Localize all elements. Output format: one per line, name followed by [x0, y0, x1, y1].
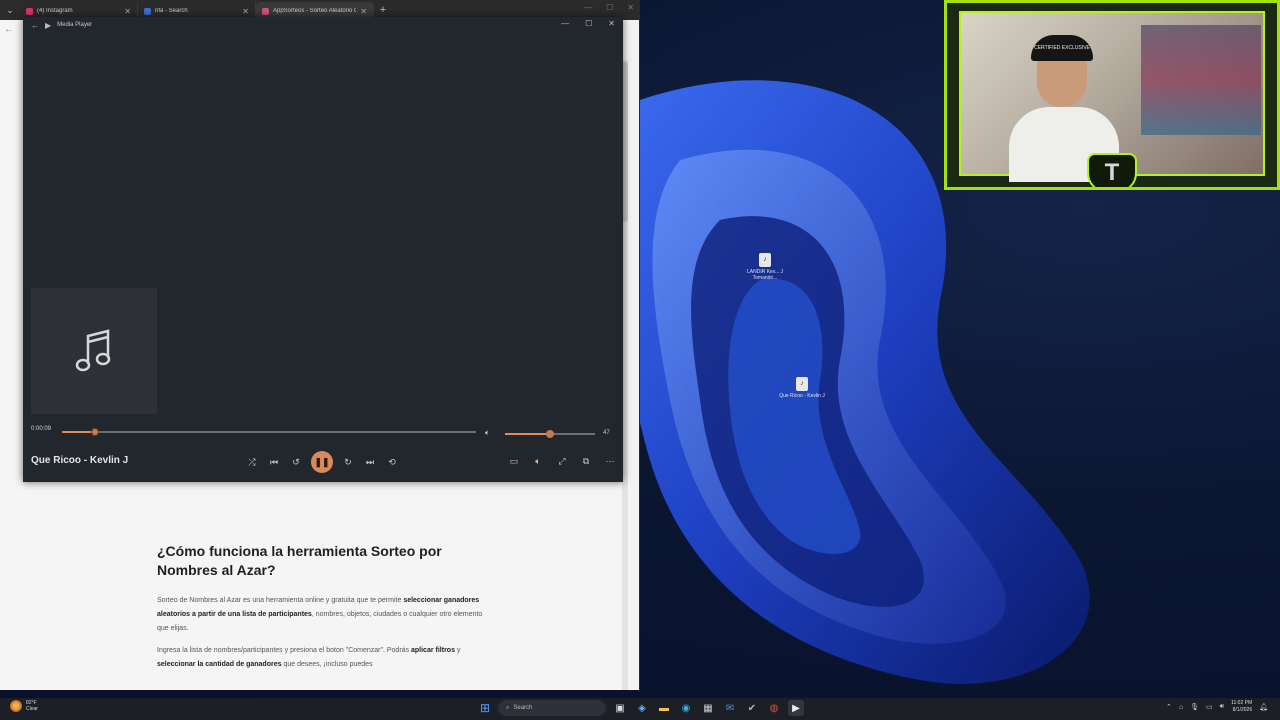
file-explorer-icon[interactable]: ▬: [656, 700, 672, 716]
cast-icon[interactable]: ▭: [507, 454, 521, 468]
close-icon[interactable]: ✕: [627, 3, 634, 12]
system-tray: ⌃ ⌂ 🎙︎ ▭ 🔊︎ 11:02 PM 8/1/2026 🔔︎: [1166, 700, 1268, 714]
shuffle-icon[interactable]: ⤮: [245, 455, 259, 469]
volume-value: 47: [603, 430, 610, 436]
minimize-icon[interactable]: —: [561, 19, 569, 28]
rewind-10-icon[interactable]: ↺: [289, 455, 303, 469]
speaker-icon[interactable]: 🔊︎: [1220, 703, 1224, 711]
task-view-icon[interactable]: ▣: [612, 700, 628, 716]
weather-condition: Clear: [26, 706, 38, 712]
webcam-feed: CERTIFIED EXCLUSIVE: [959, 11, 1265, 182]
taskbar: 82°F Clear ⊞ ⌕ Search ▣ ◈ ▬ ◉ ▦ ✉ ✔ ◍ ▶ …: [0, 698, 1280, 720]
webcam-logo: T: [1087, 153, 1137, 187]
media-player-taskbar-icon[interactable]: ▶: [788, 700, 804, 716]
new-tab-button[interactable]: +: [374, 4, 392, 16]
search-engine-icon: [144, 7, 151, 15]
seek-bar[interactable]: [62, 428, 476, 436]
previous-track-icon[interactable]: ⏮︎: [267, 455, 281, 469]
article-heading: ¿Cómo funciona la herramienta Sorteo por…: [157, 543, 442, 578]
seek-bar-thumb[interactable]: [91, 428, 100, 436]
more-options-icon[interactable]: ⋯: [603, 454, 617, 468]
streamer-cap: CERTIFIED EXCLUSIVE: [1031, 35, 1093, 61]
back-arrow-icon[interactable]: ←: [4, 24, 14, 35]
close-tab-icon[interactable]: ✕: [360, 7, 367, 16]
article-paragraph: Ingresa la lista de nombres/participante…: [157, 647, 461, 668]
taskbar-search[interactable]: ⌕ Search: [498, 700, 606, 716]
browser-window: ⌄ (4) Instagram ✕ rifa - Search ✕ AppSor…: [0, 0, 640, 690]
playback-controls: ⤮ ⏮︎ ↺ ❚❚ ↻ ⏭︎ ⟲: [245, 451, 399, 473]
fullscreen-icon[interactable]: ⤢: [555, 454, 569, 468]
mini-player-icon[interactable]: ⧉: [579, 454, 593, 468]
instagram-icon: [26, 7, 33, 15]
network-icon[interactable]: ⌂: [1179, 704, 1183, 711]
weather-icon: [10, 700, 22, 712]
minimize-icon[interactable]: —: [584, 3, 592, 12]
close-icon[interactable]: ✕: [608, 19, 615, 28]
article-section: ¿Cómo funciona la herramienta Sorteo por…: [157, 542, 487, 672]
maximize-icon[interactable]: ☐: [585, 19, 592, 28]
start-button[interactable]: ⊞: [478, 701, 492, 715]
browser-window-controls: — ☐ ✕: [584, 3, 634, 12]
elapsed-time: 0:00:09: [31, 426, 52, 432]
webcam-overlay: CERTIFIED EXCLUSIVE T: [944, 0, 1280, 190]
media-player-icon: ▶: [45, 20, 52, 30]
tab-menu-icon[interactable]: ⌄: [0, 0, 20, 20]
media-player-window: ← ▶ Media Player — ☐ ✕ 0:00:09 🔈︎ 47 Que…: [23, 17, 623, 482]
maximize-icon[interactable]: ☐: [606, 3, 613, 12]
close-tab-icon[interactable]: ✕: [242, 7, 249, 16]
volume-slider-thumb[interactable]: [546, 430, 554, 438]
chrome-icon[interactable]: ◍: [766, 700, 782, 716]
next-track-icon[interactable]: ⏭︎: [363, 455, 377, 469]
battery-icon[interactable]: ▭: [1206, 703, 1213, 711]
volume-icon[interactable]: 🔈︎: [531, 454, 545, 468]
search-icon: ⌕: [506, 704, 510, 711]
appsorteos-icon: [262, 7, 269, 15]
close-tab-icon[interactable]: ✕: [124, 7, 131, 16]
clock[interactable]: 11:02 PM 8/1/2026: [1231, 700, 1252, 714]
audio-file-icon: ♪: [796, 377, 808, 391]
steam-icon[interactable]: ✔: [744, 700, 760, 716]
player-window-controls: — ☐ ✕: [561, 19, 615, 28]
copilot-icon[interactable]: ◈: [634, 700, 650, 716]
volume-slider-fill: [505, 433, 550, 435]
background-shelf: [1141, 25, 1261, 135]
song-title: Que Ricoo - Kevlin J: [31, 455, 129, 466]
back-arrow-icon[interactable]: ←: [31, 21, 39, 30]
mail-icon[interactable]: ✉: [722, 700, 738, 716]
weather-widget[interactable]: 82°F Clear: [10, 700, 38, 712]
clock-date: 8/1/2026: [1232, 707, 1253, 713]
notification-icon[interactable]: 🔔︎: [1259, 703, 1268, 711]
forward-30-icon[interactable]: ↻: [341, 455, 355, 469]
desktop-icon-file[interactable]: ♪ LANDIR Kev... J Tomando...: [740, 253, 790, 281]
article-paragraph: Sorteo de Nombres al Azar es una herrami…: [157, 597, 483, 632]
album-art: [31, 288, 157, 414]
pause-button[interactable]: ❚❚: [311, 451, 333, 473]
audio-file-icon: ♪: [759, 253, 771, 267]
edge-icon[interactable]: ◉: [678, 700, 694, 716]
taskbar-apps: ⊞ ⌕ Search ▣ ◈ ▬ ◉ ▦ ✉ ✔ ◍ ▶: [478, 700, 804, 716]
store-icon[interactable]: ▦: [700, 700, 716, 716]
volume-icon[interactable]: 🔈︎: [485, 428, 490, 438]
player-titlebar: ← ▶ Media Player: [23, 17, 623, 33]
desktop-icon-file[interactable]: ♪ Que Ricoo - Kevlin J: [777, 377, 827, 399]
volume-slider[interactable]: [505, 430, 595, 438]
music-note-icon: [75, 329, 111, 372]
repeat-icon[interactable]: ⟲: [385, 455, 399, 469]
chevron-up-icon[interactable]: ⌃: [1166, 703, 1172, 711]
clock-time: 11:02 PM: [1231, 700, 1253, 706]
microphone-icon[interactable]: 🎙︎: [1190, 703, 1199, 711]
player-app-title: Media Player: [57, 22, 93, 28]
player-secondary-controls: ▭ 🔈︎ ⤢ ⧉ ⋯: [507, 454, 617, 468]
